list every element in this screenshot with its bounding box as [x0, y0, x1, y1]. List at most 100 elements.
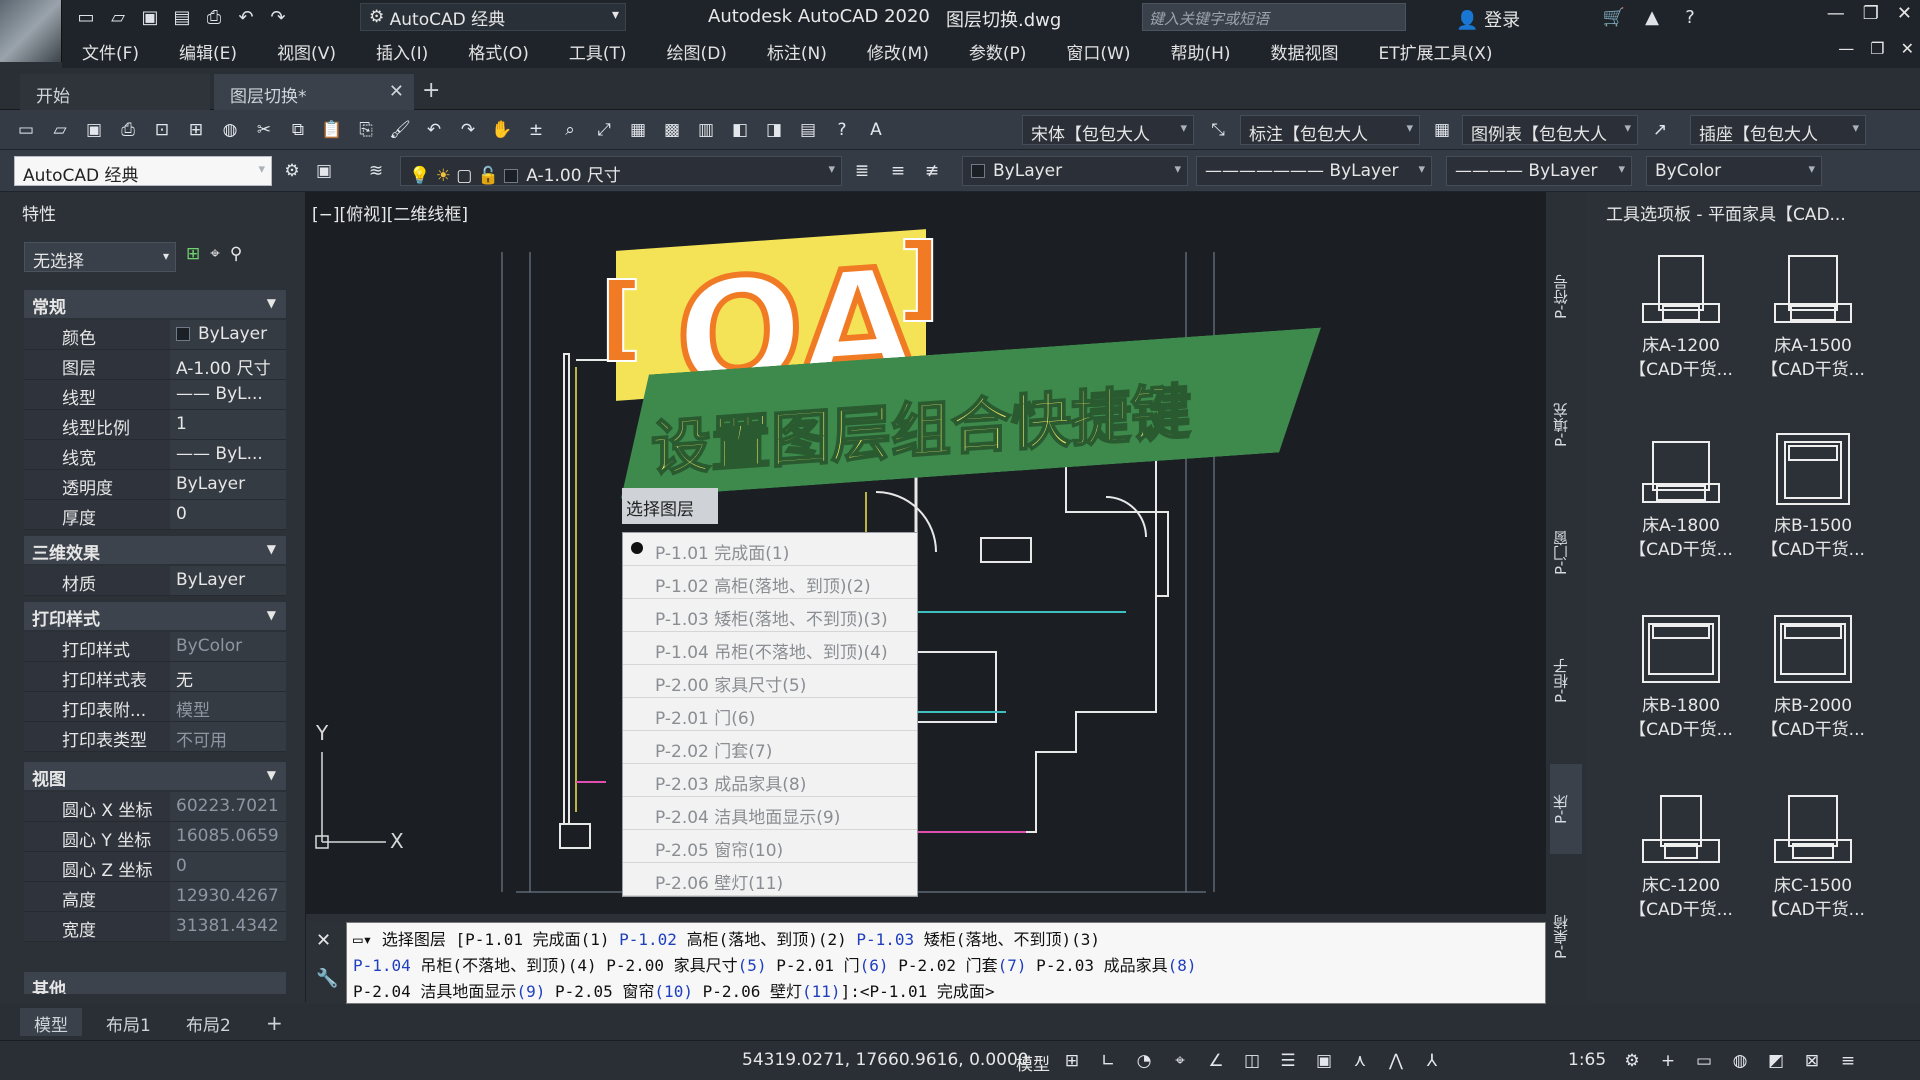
table-style-icon[interactable]: ▦	[1428, 116, 1456, 144]
palette-item-bed[interactable]: 床C-1500 【CAD干货...	[1758, 792, 1868, 922]
transparency-icon[interactable]: ▣	[1310, 1047, 1338, 1075]
menu-modify[interactable]: 修改(M)	[847, 39, 949, 64]
prop-row[interactable]: 厚度 0	[24, 500, 286, 530]
palette-item-bed[interactable]: 床B-1800 【CAD干货...	[1626, 612, 1736, 742]
copy-icon[interactable]: ⧉	[284, 116, 312, 144]
prop-row[interactable]: 圆心 Z 坐标 0	[24, 852, 286, 882]
sheet-set-icon[interactable]: ◧	[726, 116, 754, 144]
linetype-select[interactable]: ——————— ByLayer ▾	[1196, 156, 1432, 186]
calc-icon[interactable]: ▤	[794, 116, 822, 144]
prop-row[interactable]: 图层 A-1.00 尺寸	[24, 350, 286, 380]
polar-icon[interactable]: ◔	[1130, 1047, 1158, 1075]
section-3d[interactable]: 三维效果 ▼	[24, 536, 286, 564]
workspace-selector[interactable]: ⚙ AutoCAD 经典 ▾	[360, 3, 626, 31]
zoom-previous-icon[interactable]: ⤢	[590, 116, 618, 144]
prop-row[interactable]: 透明度 ByLayer	[24, 470, 286, 500]
prop-row[interactable]: 打印样式 ByColor	[24, 632, 286, 662]
lineweight-select[interactable]: ———— ByLayer ▾	[1446, 156, 1632, 186]
menu-draw[interactable]: 绘图(D)	[647, 39, 747, 64]
open-file-icon[interactable]: ▱	[104, 3, 132, 31]
make-current-icon[interactable]: ≣	[848, 157, 876, 185]
mleader-style-icon[interactable]: ↗	[1646, 116, 1674, 144]
redo-icon[interactable]: ↷	[264, 3, 292, 31]
drawing-viewport[interactable]: Y X [−][俯视][二维线框] [ ] QA 设置图层组合快捷键	[306, 192, 1546, 914]
palette-item-bed[interactable]: 床A-1500 【CAD干货...	[1758, 252, 1868, 382]
dropdown-item[interactable]: P-2.01 门(6)	[623, 698, 917, 731]
layer-previous-icon[interactable]: ≡	[884, 157, 912, 185]
layer-state-icon[interactable]: ≢	[918, 157, 946, 185]
menu-view[interactable]: 视图(V)	[257, 39, 356, 64]
doc-close-icon[interactable]: ✕	[1901, 39, 1914, 58]
palette-item-bed[interactable]: 床B-2000 【CAD干货...	[1758, 612, 1868, 742]
annotation-scale[interactable]: 1:65	[1568, 1050, 1606, 1070]
menu-dataview[interactable]: 数据视图	[1251, 39, 1359, 64]
menu-dimension[interactable]: 标注(N)	[747, 39, 847, 64]
redo-icon[interactable]: ↷	[454, 116, 482, 144]
design-center-icon[interactable]: ▩	[658, 116, 686, 144]
menu-tools[interactable]: 工具(T)	[549, 39, 647, 64]
tab-start[interactable]: 开始	[20, 74, 210, 110]
prop-row[interactable]: 打印样式表无	[24, 662, 286, 692]
tab-doors[interactable]: P-门窗	[1550, 508, 1582, 598]
tool-palette-icon[interactable]: ▥	[692, 116, 720, 144]
globe-icon[interactable]: ◍	[216, 116, 244, 144]
dropdown-item[interactable]: P-1.03 矮柜(落地、不到顶)(3)	[623, 599, 917, 632]
select-objects-icon[interactable]: ⌖	[210, 244, 220, 264]
help-icon[interactable]: ?	[1676, 3, 1704, 31]
dim-style-icon[interactable]: ⤡	[1204, 116, 1232, 144]
dropdown-item[interactable]: P-1.04 吊柜(不落地、到顶)(4)	[623, 632, 917, 665]
layer-select[interactable]: 💡 ☀ ▢ 🔓 A-1.00 尺寸 ▾	[400, 156, 842, 186]
doc-minimize-icon[interactable]: —	[1838, 39, 1854, 58]
workspace-select[interactable]: AutoCAD 经典 ▾	[14, 156, 272, 186]
prop-row[interactable]: 高度 12930.4267	[24, 882, 286, 912]
palette-item-bed[interactable]: 床C-1200 【CAD干货...	[1626, 792, 1736, 922]
mleader-style-select[interactable]: 插座【包包大人 ▾	[1690, 115, 1866, 145]
text-style-select[interactable]: 宋体【包包大人 ▾	[1022, 115, 1194, 145]
dropdown-item[interactable]: P-2.04 洁具地面显示(9)	[623, 797, 917, 830]
paste-icon[interactable]: 📋	[318, 116, 346, 144]
prop-row[interactable]: 打印表附... 模型	[24, 692, 286, 722]
menu-file[interactable]: 文件(F)	[62, 39, 159, 64]
login-button[interactable]: 👤 登录	[1456, 6, 1520, 32]
save-as-icon[interactable]: ▤	[168, 3, 196, 31]
close-command-icon[interactable]: ✕	[316, 930, 331, 951]
prop-row[interactable]: 材质 ByLayer	[24, 566, 286, 596]
close-icon[interactable]: ✕	[1897, 3, 1912, 24]
gear-icon[interactable]: ⚙	[1618, 1047, 1646, 1075]
restore-icon[interactable]: ❐	[1863, 3, 1879, 24]
clean-screen-icon[interactable]: ⊠	[1798, 1047, 1826, 1075]
layer-manager-icon[interactable]: ≋	[362, 157, 390, 185]
save-icon[interactable]: ▣	[136, 3, 164, 31]
dropdown-item[interactable]: P-2.05 窗帘(10)	[623, 830, 917, 863]
pan-icon[interactable]: ✋	[488, 116, 516, 144]
plot-icon[interactable]: ⎙	[114, 116, 142, 144]
properties-icon[interactable]: ▦	[624, 116, 652, 144]
dropdown-item[interactable]: P-2.06 壁灯(11)	[623, 863, 917, 896]
menu-parametric[interactable]: 参数(P)	[949, 39, 1047, 64]
match-icon[interactable]: ⎘	[352, 116, 380, 144]
open-icon[interactable]: ▱	[46, 116, 74, 144]
annotation-scale-icon[interactable]: ⅄	[1418, 1047, 1446, 1075]
gear-icon[interactable]: ⚙	[278, 157, 306, 185]
prop-row[interactable]: 圆心 X 坐标 60223.7021	[24, 792, 286, 822]
angle-icon[interactable]: ∠	[1202, 1047, 1230, 1075]
menu-help[interactable]: 帮助(H)	[1150, 39, 1250, 64]
search-input[interactable]: 键入关键字或短语	[1142, 3, 1406, 31]
menu-edit[interactable]: 编辑(E)	[159, 39, 257, 64]
dropdown-item[interactable]: P-2.02 门套(7)	[623, 731, 917, 764]
close-tab-icon[interactable]: ✕	[389, 81, 404, 102]
minimize-icon[interactable]: —	[1827, 3, 1845, 24]
wrench-icon[interactable]: 🔧	[316, 968, 338, 989]
new-file-icon[interactable]: ▭	[72, 3, 100, 31]
quick-select-icon[interactable]: ⚲	[230, 244, 242, 264]
command-line[interactable]: ▭▾ 选择图层 [P-1.01 完成面(1) P-1.02 高柜(落地、到顶)(…	[346, 922, 1546, 1004]
prop-row[interactable]: 线型 —— ByL...	[24, 380, 286, 410]
monitor-icon[interactable]: ▭	[1690, 1047, 1718, 1075]
section-plot[interactable]: 打印样式 ▼	[24, 602, 286, 630]
tab-model[interactable]: 模型	[20, 1008, 82, 1036]
dropdown-item[interactable]: P-2.03 成品家具(8)	[623, 764, 917, 797]
cart-icon[interactable]: 🛒	[1600, 3, 1628, 31]
help-icon[interactable]: ?	[828, 116, 856, 144]
tab-symbols[interactable]: P-符号	[1550, 252, 1582, 342]
menu-insert[interactable]: 插入(I)	[356, 39, 448, 64]
